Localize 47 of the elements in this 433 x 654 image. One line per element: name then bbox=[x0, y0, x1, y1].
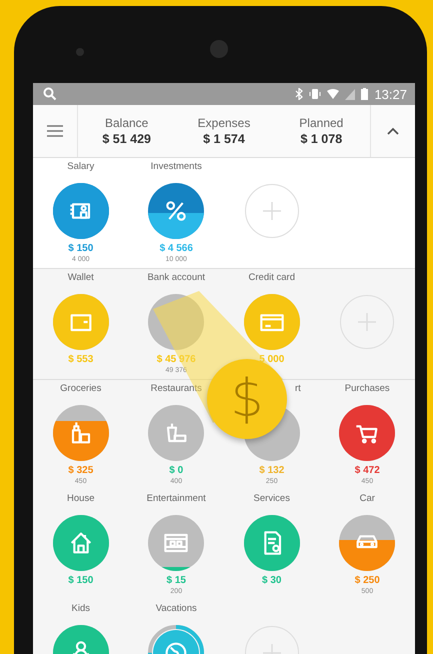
amount: $ 150 bbox=[68, 575, 94, 587]
category-name: Services bbox=[254, 493, 290, 505]
plus-icon bbox=[260, 200, 283, 222]
search-icon[interactable] bbox=[43, 87, 57, 101]
amount: $ 30 bbox=[262, 575, 282, 587]
amount: $ 150 bbox=[68, 243, 94, 255]
amount: $ 4 566 bbox=[160, 243, 193, 255]
amount: $ 325 bbox=[68, 465, 94, 477]
category-name: Entertainment bbox=[146, 493, 206, 505]
stat-value: $ 1 078 bbox=[300, 132, 342, 146]
amount: $ 250 bbox=[354, 575, 380, 587]
category-name: Salary bbox=[67, 161, 94, 173]
sim-icon bbox=[345, 88, 356, 100]
amount: $ 472 bbox=[354, 465, 380, 477]
battery-icon bbox=[361, 88, 368, 100]
category-name: Investments bbox=[150, 161, 202, 173]
stat-value: $ 51 429 bbox=[102, 132, 151, 146]
amount: $ 553 bbox=[68, 354, 94, 366]
front-camera bbox=[210, 40, 228, 58]
category-name: Car bbox=[360, 493, 375, 505]
amount: $ 132 bbox=[259, 465, 284, 477]
stat-value: $ 1 574 bbox=[203, 132, 245, 146]
menu-icon bbox=[47, 125, 63, 137]
category-name: Purchases bbox=[344, 383, 390, 395]
amount: $ 15 bbox=[166, 575, 186, 587]
plus-icon bbox=[356, 311, 378, 333]
category-name: Bank account bbox=[147, 272, 206, 284]
clock-time: 13:27 bbox=[374, 86, 407, 102]
bluetooth-icon bbox=[295, 88, 304, 100]
add-button[interactable] bbox=[340, 295, 394, 349]
stat-label: Planned bbox=[299, 116, 344, 130]
wifi-icon bbox=[327, 89, 340, 99]
category-name: House bbox=[67, 493, 94, 505]
vibrate-icon bbox=[309, 88, 322, 100]
stat-label: Balance bbox=[104, 116, 148, 130]
category-name: Groceries bbox=[60, 383, 102, 395]
amount: $ 45 976 bbox=[156, 354, 196, 366]
add-button[interactable] bbox=[244, 184, 299, 238]
amount: $ 0 bbox=[169, 465, 184, 477]
category-name: Wallet bbox=[68, 272, 94, 284]
proximity-sensor bbox=[76, 48, 84, 56]
category-name: Kids bbox=[72, 603, 90, 615]
category-name: Vacations bbox=[156, 603, 197, 615]
caret-up-icon bbox=[387, 127, 399, 135]
category-name: Credit card bbox=[248, 272, 295, 284]
stat-label: Expenses bbox=[198, 116, 250, 130]
category-name: rt bbox=[294, 383, 301, 395]
